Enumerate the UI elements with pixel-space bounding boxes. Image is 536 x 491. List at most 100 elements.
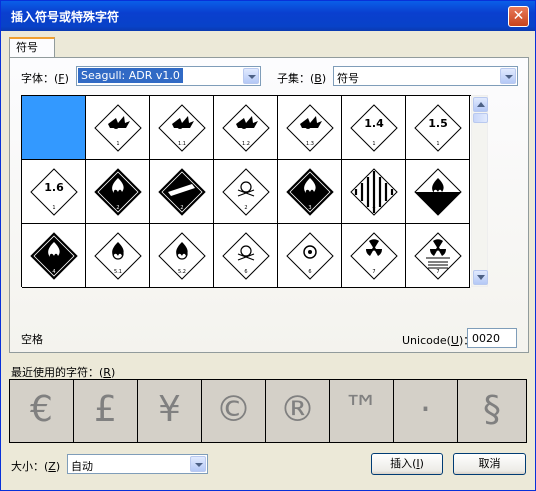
subset-label: 子集：(B) — [277, 72, 327, 85]
svg-text:7: 7 — [436, 269, 439, 275]
symbol-cell[interactable]: 1.2 — [214, 96, 278, 160]
svg-text:5.1: 5.1 — [114, 269, 122, 275]
explosive-icon: 1.1 — [158, 104, 206, 152]
recent-char-cell[interactable]: ™ — [330, 380, 394, 443]
svg-text:1.1: 1.1 — [178, 141, 186, 147]
symbol-cell[interactable]: 2 — [214, 160, 278, 224]
svg-text:1: 1 — [116, 141, 119, 147]
svg-text:4: 4 — [436, 205, 439, 211]
symbol-cell[interactable]: 6 — [278, 224, 342, 288]
svg-text:1.6: 1.6 — [44, 181, 64, 194]
div-number-icon: 1.61 — [30, 168, 78, 216]
chevron-down-icon[interactable] — [500, 68, 516, 84]
symbol-cell[interactable]: 2 — [86, 160, 150, 224]
scroll-up-icon[interactable] — [473, 97, 488, 112]
symbol-cell[interactable]: 5.1 — [86, 224, 150, 288]
recent-char-cell[interactable]: ® — [266, 380, 330, 443]
recent-char-cell[interactable]: ¥ — [138, 380, 202, 443]
close-button[interactable]: ✕ — [508, 6, 529, 27]
div-number-icon: 1.51 — [414, 104, 462, 152]
flame-black-icon: 4 — [30, 232, 78, 280]
symbol-cell[interactable]: 1.1 — [150, 96, 214, 160]
symbol-grid[interactable]: 1 1.1 1.2 1.3 1.4 1 1.5 1 1.6 1 2 2 2 3 4 4 4 5.1 5.2 6 6 7 7 — [21, 95, 471, 288]
unicode-label: Unicode(U)： — [402, 334, 474, 347]
recent-characters[interactable]: € £ ¥ © ® ™ · § — [9, 379, 527, 443]
recent-char-cell[interactable]: § — [458, 380, 527, 443]
svg-text:6: 6 — [308, 269, 311, 275]
recent-char-cell[interactable]: € — [10, 380, 74, 443]
chevron-down-icon[interactable] — [190, 456, 206, 472]
svg-text:3: 3 — [308, 205, 311, 211]
flame-half-black-icon: 4 — [414, 168, 462, 216]
symbol-cell[interactable]: 5.2 — [150, 224, 214, 288]
symbol-cell[interactable]: 2 — [150, 160, 214, 224]
div-number-icon: 1.41 — [350, 104, 398, 152]
symbol-grid-scrollbar[interactable] — [471, 95, 488, 287]
symbol-cell[interactable]: 1.5 1 — [406, 96, 470, 160]
symbol-cell[interactable]: 1.3 — [278, 96, 342, 160]
symbol-cell[interactable]: 1.4 1 — [342, 96, 406, 160]
explosive-icon: 1.3 — [286, 104, 334, 152]
size-select-value: 自动 — [71, 460, 93, 473]
insert-symbol-dialog: 插入符号或特殊字符 ✕ 符号 字体：(F) Seagull: ADR v1.0 … — [0, 0, 536, 491]
selected-char-name: 空格 — [21, 333, 43, 346]
tab-symbols[interactable]: 符号 — [9, 37, 55, 57]
biohazard-icon: 6 — [286, 232, 334, 280]
scroll-down-icon[interactable] — [473, 270, 488, 285]
cancel-button[interactable]: 取消 — [453, 453, 526, 475]
svg-text:2: 2 — [116, 205, 119, 211]
recent-char-cell[interactable]: © — [202, 380, 266, 443]
flame-black-icon: 2 — [94, 168, 142, 216]
svg-text:4: 4 — [372, 205, 375, 211]
svg-text:5.2: 5.2 — [178, 269, 186, 275]
symbol-cell[interactable]: 1 — [86, 96, 150, 160]
symbol-cell[interactable]: 1.6 1 — [22, 160, 86, 224]
svg-text:1.4: 1.4 — [364, 117, 384, 130]
svg-text:6: 6 — [244, 269, 247, 275]
explosive-icon: 1.2 — [222, 104, 270, 152]
symbol-cell[interactable]: 7 — [406, 224, 470, 288]
symbol-cell[interactable]: 4 — [406, 160, 470, 224]
title-bar[interactable]: 插入符号或特殊字符 ✕ — [1, 1, 535, 31]
svg-text:2: 2 — [180, 205, 183, 211]
svg-text:1: 1 — [372, 141, 375, 147]
size-label: 大小：(Z) — [11, 460, 61, 473]
symbol-cell[interactable]: 4 — [342, 160, 406, 224]
recent-char-cell[interactable]: £ — [74, 380, 138, 443]
svg-text:1.2: 1.2 — [242, 141, 250, 147]
chevron-down-icon[interactable] — [243, 68, 259, 84]
svg-text:1.3: 1.3 — [306, 141, 314, 147]
flame-over-circle-icon: 5.2 — [158, 232, 206, 280]
explosive-icon: 1 — [94, 104, 142, 152]
font-select-value: Seagull: ADR v1.0 — [78, 68, 183, 83]
svg-text:2: 2 — [244, 205, 247, 211]
font-select[interactable]: Seagull: ADR v1.0 — [76, 66, 261, 86]
symbol-cell[interactable] — [22, 96, 86, 160]
svg-text:4: 4 — [52, 269, 55, 275]
svg-text:1: 1 — [436, 141, 439, 147]
recent-char-cell[interactable]: · — [394, 380, 458, 443]
subset-select-value: 符号 — [337, 72, 359, 85]
size-select[interactable]: 自动 — [67, 454, 208, 474]
symbol-cell[interactable]: 3 — [278, 160, 342, 224]
svg-text:1: 1 — [52, 205, 55, 211]
window-title: 插入符号或特殊字符 — [11, 10, 120, 24]
recent-label: 最近使用的字符：(R) — [11, 366, 116, 379]
svg-text:1.5: 1.5 — [428, 117, 448, 130]
symbol-cell[interactable]: 6 — [214, 224, 278, 288]
flame-black-icon: 3 — [286, 168, 334, 216]
symbol-cell[interactable]: 4 — [22, 224, 86, 288]
symbol-cell[interactable]: 7 — [342, 224, 406, 288]
svg-text:7: 7 — [372, 269, 375, 275]
gas-cylinder-black-icon: 2 — [158, 168, 206, 216]
scrollbar-thumb[interactable] — [473, 113, 488, 123]
subset-select[interactable]: 符号 — [333, 66, 518, 86]
flammable-solid-stripes-icon: 4 — [350, 168, 398, 216]
insert-button[interactable]: 插入(I) — [371, 453, 443, 475]
unicode-input[interactable]: 0020 — [467, 328, 517, 348]
flame-over-circle-icon: 5.1 — [94, 232, 142, 280]
skull-icon: 2 — [222, 168, 270, 216]
radioactive-icon: 7 — [350, 232, 398, 280]
font-label: 字体：(F) — [21, 72, 69, 85]
skull-icon: 6 — [222, 232, 270, 280]
